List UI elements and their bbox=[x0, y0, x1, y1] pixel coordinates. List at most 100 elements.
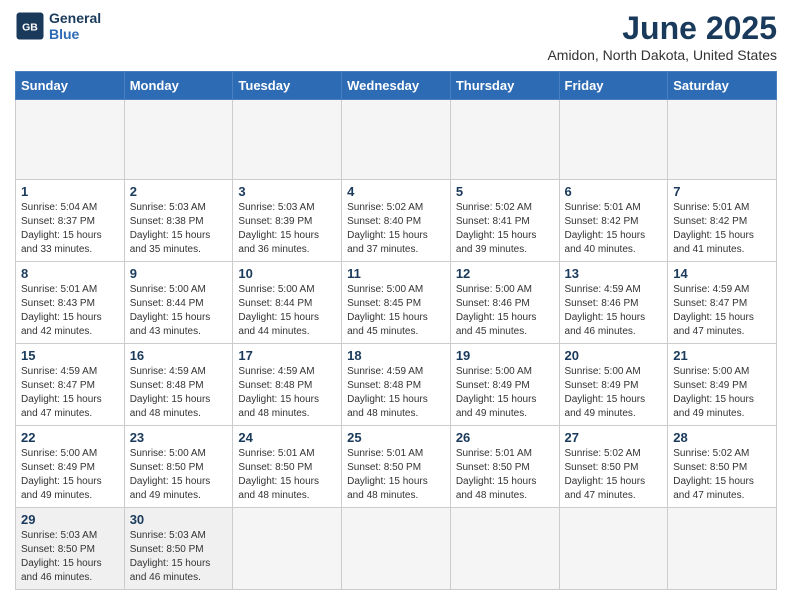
sunset-label: Sunset: 8:44 PM bbox=[238, 298, 312, 309]
sunset-label: Sunset: 8:50 PM bbox=[673, 462, 747, 473]
daylight-label: Daylight: 15 hours and 49 minutes. bbox=[21, 476, 102, 501]
sunrise-label: Sunrise: 5:02 AM bbox=[347, 202, 423, 213]
day-info: Sunrise: 4:59 AMSunset: 8:48 PMDaylight:… bbox=[130, 365, 228, 421]
sunrise-label: Sunrise: 4:59 AM bbox=[21, 366, 97, 377]
day-number: 19 bbox=[456, 348, 554, 363]
sunset-label: Sunset: 8:46 PM bbox=[456, 298, 530, 309]
sunrise-label: Sunrise: 5:02 AM bbox=[565, 448, 641, 459]
sunset-label: Sunset: 8:48 PM bbox=[238, 380, 312, 391]
day-number: 10 bbox=[238, 266, 336, 281]
calendar-cell: 11 Sunrise: 5:00 AMSunset: 8:45 PMDayligh… bbox=[342, 262, 451, 344]
daylight-label: Daylight: 15 hours and 48 minutes. bbox=[347, 476, 428, 501]
sunrise-label: Sunrise: 5:00 AM bbox=[130, 284, 206, 295]
sunrise-label: Sunrise: 4:59 AM bbox=[565, 284, 641, 295]
day-number: 8 bbox=[21, 266, 119, 281]
daylight-label: Daylight: 15 hours and 42 minutes. bbox=[21, 312, 102, 337]
sunset-label: Sunset: 8:38 PM bbox=[130, 216, 204, 227]
sunrise-label: Sunrise: 5:01 AM bbox=[347, 448, 423, 459]
day-number: 21 bbox=[673, 348, 771, 363]
calendar-cell: 22Sunrise: 5:00 AMSunset: 8:49 PMDayligh… bbox=[16, 426, 125, 508]
day-info: Sunrise: 5:02 AMSunset: 8:50 PMDaylight:… bbox=[565, 447, 663, 503]
location-subtitle: Amidon, North Dakota, United States bbox=[547, 47, 777, 63]
calendar-cell: 9Sunrise: 5:00 AMSunset: 8:44 PMDaylight… bbox=[124, 262, 233, 344]
sunset-label: Sunset: 8:50 PM bbox=[238, 462, 312, 473]
calendar-cell bbox=[450, 508, 559, 590]
calendar-cell: 23Sunrise: 5:00 AMSunset: 8:50 PMDayligh… bbox=[124, 426, 233, 508]
day-info: Sunrise: 4:59 AMSunset: 8:47 PMDaylight:… bbox=[21, 365, 119, 421]
calendar-cell: 24Sunrise: 5:01 AMSunset: 8:50 PMDayligh… bbox=[233, 426, 342, 508]
sunrise-label: Sunrise: 5:00 AM bbox=[673, 366, 749, 377]
day-number: 23 bbox=[130, 430, 228, 445]
day-number: 11 bbox=[347, 266, 445, 281]
day-info: Sunrise: 4:59 AMSunset: 8:47 PMDaylight:… bbox=[673, 283, 771, 339]
day-info: Sunrise: 5:01 AMSunset: 8:42 PMDaylight:… bbox=[565, 201, 663, 257]
sunrise-label: Sunrise: 4:59 AM bbox=[673, 284, 749, 295]
day-number: 17 bbox=[238, 348, 336, 363]
sunset-label: Sunset: 8:43 PM bbox=[21, 298, 95, 309]
day-info: Sunrise: 5:00 AMSunset: 8:49 PMDaylight:… bbox=[565, 365, 663, 421]
daylight-label: Daylight: 15 hours and 47 minutes. bbox=[565, 476, 646, 501]
day-info: Sunrise: 5:00 AMSunset: 8:44 PMDaylight:… bbox=[130, 283, 228, 339]
logo: GB General Blue bbox=[15, 10, 101, 42]
calendar-cell bbox=[233, 508, 342, 590]
day-info: Sunrise: 5:02 AM Sunset: 8:50 PM Daylight:… bbox=[673, 447, 771, 503]
sunset-label: Sunset: 8:42 PM bbox=[673, 216, 747, 227]
sunrise-label: Sunrise: 5:02 AM bbox=[673, 448, 749, 459]
sunset-label: Sunset: 8:50 PM bbox=[130, 544, 204, 555]
sunset-label: Sunset: 8:39 PM bbox=[238, 216, 312, 227]
calendar-cell: 30Sunrise: 5:03 AMSunset: 8:50 PMDayligh… bbox=[124, 508, 233, 590]
sunrise-label: Sunrise: 4:59 AM bbox=[130, 366, 206, 377]
day-info: Sunrise: 5:01 AMSunset: 8:50 PMDaylight:… bbox=[456, 447, 554, 503]
calendar-cell bbox=[124, 100, 233, 180]
day-info: Sunrise: 4:59 AMSunset: 8:46 PMDaylight:… bbox=[565, 283, 663, 339]
calendar-cell bbox=[342, 508, 451, 590]
daylight-label: Daylight: 15 hours and 43 minutes. bbox=[130, 312, 211, 337]
sunset-label: Sunset: 8:48 PM bbox=[130, 380, 204, 391]
sunrise-label: Sunrise: 5:03 AM bbox=[130, 530, 206, 541]
sunrise-label: Sunrise: 5:00 AM bbox=[456, 366, 532, 377]
calendar-cell: 2Sunrise: 5:03 AMSunset: 8:38 PMDaylight… bbox=[124, 180, 233, 262]
sunset-label: Sunset: 8:50 PM bbox=[130, 462, 204, 473]
calendar-cell: 15Sunrise: 4:59 AMSunset: 8:47 PMDayligh… bbox=[16, 344, 125, 426]
day-number: 18 bbox=[347, 348, 445, 363]
sunset-label: Sunset: 8:49 PM bbox=[21, 462, 95, 473]
day-info: Sunrise: 5:01 AMSunset: 8:43 PMDaylight:… bbox=[21, 283, 119, 339]
sunrise-label: Sunrise: 5:00 AM bbox=[565, 366, 641, 377]
day-number: 6 bbox=[565, 184, 663, 199]
daylight-label: Daylight: 15 hours and 36 minutes. bbox=[238, 230, 319, 255]
daylight-label: Daylight: 15 hours and 47 minutes. bbox=[673, 312, 754, 337]
sunset-label: Sunset: 8:50 PM bbox=[21, 544, 95, 555]
daylight-label: Daylight: 15 hours and 46 minutes. bbox=[565, 312, 646, 337]
daylight-label: Daylight: 15 hours and 45 minutes. bbox=[347, 312, 428, 337]
daylight-label: Daylight: 15 hours and 49 minutes. bbox=[456, 394, 537, 419]
day-info: Sunrise: 5:01 AMSunset: 8:50 PMDaylight:… bbox=[347, 447, 445, 503]
daylight-label: Daylight: 15 hours and 48 minutes. bbox=[456, 476, 537, 501]
daylight-label: Daylight: 15 hours and 35 minutes. bbox=[130, 230, 211, 255]
calendar-cell bbox=[668, 508, 777, 590]
day-number: 4 bbox=[347, 184, 445, 199]
day-info: Sunrise: 5:03 AMSunset: 8:38 PMDaylight:… bbox=[130, 201, 228, 257]
calendar-cell: 8 Sunrise: 5:01 AMSunset: 8:43 PMDaylight… bbox=[16, 262, 125, 344]
sunset-label: Sunset: 8:48 PM bbox=[347, 380, 421, 391]
sunset-label: Sunset: 8:41 PM bbox=[456, 216, 530, 227]
calendar-cell bbox=[559, 508, 668, 590]
day-info: Sunrise: 5:00 AMSunset: 8:45 PMDaylight:… bbox=[347, 283, 445, 339]
calendar-cell: 21Sunrise: 5:00 AMSunset: 8:49 PMDayligh… bbox=[668, 344, 777, 426]
calendar-cell: 14Sunrise: 4:59 AMSunset: 8:47 PMDayligh… bbox=[668, 262, 777, 344]
calendar-cell: 4Sunrise: 5:02 AMSunset: 8:40 PMDaylight… bbox=[342, 180, 451, 262]
sunrise-label: Sunrise: 5:01 AM bbox=[565, 202, 641, 213]
sunrise-label: Sunrise: 5:03 AM bbox=[238, 202, 314, 213]
sunrise-label: Sunrise: 5:00 AM bbox=[130, 448, 206, 459]
daylight-label: Daylight: 15 hours and 48 minutes. bbox=[238, 394, 319, 419]
sunset-label: Sunset: 8:40 PM bbox=[347, 216, 421, 227]
daylight-label: Daylight: 15 hours and 47 minutes. bbox=[673, 476, 754, 501]
day-info: Sunrise: 5:00 AMSunset: 8:44 PMDaylight:… bbox=[238, 283, 336, 339]
day-info: Sunrise: 5:02 AMSunset: 8:41 PMDaylight:… bbox=[456, 201, 554, 257]
daylight-label: Daylight: 15 hours and 49 minutes. bbox=[565, 394, 646, 419]
month-year-title: June 2025 bbox=[547, 10, 777, 47]
sunrise-label: Sunrise: 4:59 AM bbox=[238, 366, 314, 377]
daylight-label: Daylight: 15 hours and 48 minutes. bbox=[347, 394, 428, 419]
sunset-label: Sunset: 8:45 PM bbox=[347, 298, 421, 309]
calendar-cell: 27Sunrise: 5:02 AMSunset: 8:50 PMDayligh… bbox=[559, 426, 668, 508]
calendar-cell: 20Sunrise: 5:00 AMSunset: 8:49 PMDayligh… bbox=[559, 344, 668, 426]
